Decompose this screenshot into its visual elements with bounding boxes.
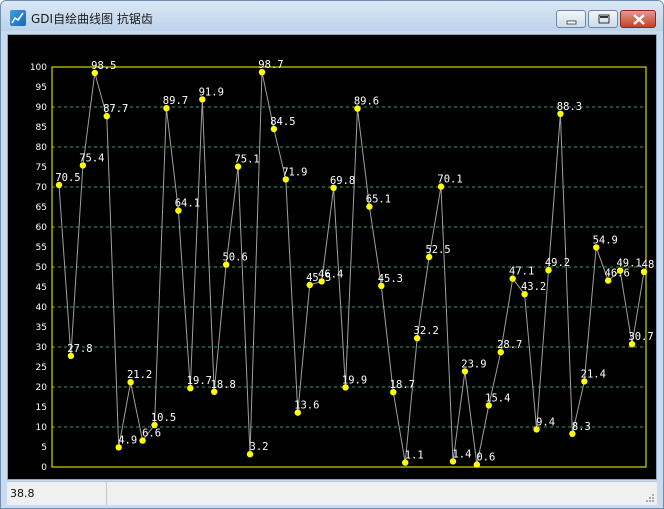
data-label: 1.4 <box>452 448 471 460</box>
data-label: 19.9 <box>342 374 367 386</box>
data-label: 91.9 <box>199 86 224 98</box>
y-tick-label: 90 <box>36 103 48 113</box>
data-label: 75.1 <box>234 154 259 166</box>
data-label: 46.4 <box>318 268 343 280</box>
data-label: 98.5 <box>91 60 116 72</box>
y-tick-label: 45 <box>36 283 47 293</box>
data-label: 84.5 <box>270 116 295 128</box>
title-bar[interactable]: GDI自绘曲线图 抗锯齿 <box>1 1 663 31</box>
data-label: 15.4 <box>485 392 510 404</box>
data-label: 54.9 <box>593 234 618 246</box>
data-label: 4.9 <box>118 434 137 446</box>
data-label: 45.3 <box>378 273 403 285</box>
data-label: 98.7 <box>258 59 283 71</box>
y-tick-label: 70 <box>36 183 48 193</box>
data-label: 49.1 <box>616 258 641 270</box>
y-tick-label: 15 <box>36 403 47 413</box>
data-label: 65.1 <box>366 194 391 206</box>
y-tick-label: 60 <box>36 223 48 233</box>
data-label: 28.7 <box>497 339 522 351</box>
data-label: 8.3 <box>572 421 591 433</box>
app-window: GDI自绘曲线图 抗锯齿 0 5 10 15 20 25 30 35 40 45 50 55 60 65 7… <box>0 0 664 509</box>
data-label: 43.2 <box>521 281 546 293</box>
status-value: 38.8 <box>7 482 107 505</box>
data-label: 23.9 <box>461 358 486 370</box>
maximize-button[interactable] <box>588 10 618 28</box>
data-label: 6.6 <box>142 428 161 440</box>
maximize-icon <box>598 14 610 24</box>
data-label: 89.7 <box>163 95 188 107</box>
data-label: 1.1 <box>405 450 424 462</box>
data-label: 70.5 <box>55 172 80 184</box>
data-label: 71.9 <box>282 166 307 178</box>
y-tick-label: 100 <box>30 63 47 73</box>
data-label: 32.2 <box>414 325 439 337</box>
y-tick-label: 50 <box>36 263 48 273</box>
data-label: 0.6 <box>476 452 495 464</box>
data-label: 47.1 <box>509 266 534 278</box>
data-label: 75.4 <box>79 152 104 164</box>
data-label: 18.7 <box>390 379 415 391</box>
y-tick-label: 85 <box>36 123 47 133</box>
y-tick-label: 25 <box>36 363 47 373</box>
y-tick-label: 20 <box>36 383 48 393</box>
y-tick-label: 0 <box>41 463 47 473</box>
y-tick-label: 55 <box>36 243 47 253</box>
window-title: GDI自绘曲线图 抗锯齿 <box>31 12 153 26</box>
data-label: 9.4 <box>536 416 555 428</box>
y-tick-label: 10 <box>36 423 48 433</box>
data-label: 88.3 <box>557 101 582 113</box>
close-icon <box>633 14 645 25</box>
minimize-icon <box>566 20 577 25</box>
close-button[interactable] <box>620 10 656 28</box>
data-label: 19.7 <box>187 375 212 387</box>
app-chart-icon <box>10 10 26 26</box>
data-label: 69.8 <box>330 175 355 187</box>
resize-grip-icon[interactable] <box>645 493 655 503</box>
data-label: 52.5 <box>425 244 450 256</box>
data-label: 89.6 <box>354 96 379 108</box>
data-label: 21.4 <box>581 368 606 380</box>
data-label: 10.5 <box>151 412 176 424</box>
line-chart: 0 5 10 15 20 25 30 35 40 45 50 55 60 65 70 75 80 85 90 95 10… <box>30 59 655 473</box>
data-label: 50.6 <box>222 252 247 264</box>
y-tick-label: 30 <box>36 343 48 353</box>
data-label: 27.8 <box>67 343 92 355</box>
y-tick-label: 75 <box>36 163 47 173</box>
data-label: 70.1 <box>437 174 462 186</box>
minimize-button[interactable] <box>556 10 586 28</box>
data-label: 64.1 <box>175 198 200 210</box>
y-tick-label: 40 <box>36 303 48 313</box>
data-label: 48 <box>642 259 655 271</box>
y-tick-label: 35 <box>36 323 47 333</box>
y-tick-label: 95 <box>36 83 47 93</box>
data-label: 18.8 <box>211 379 236 391</box>
data-label: 87.7 <box>103 103 128 115</box>
data-label: 21.2 <box>127 369 152 381</box>
y-tick-label: 5 <box>41 443 47 453</box>
data-label: 13.6 <box>294 400 319 412</box>
data-label: 49.2 <box>545 257 570 269</box>
y-tick-label: 65 <box>36 203 47 213</box>
data-label: 3.2 <box>250 441 269 453</box>
status-bar: 38.8 <box>7 481 657 505</box>
chart-area: 0 5 10 15 20 25 30 35 40 45 50 55 60 65 70 75 80 85 90 95 10… <box>7 34 657 480</box>
data-label: 30.7 <box>628 331 653 343</box>
y-tick-label: 80 <box>36 143 48 153</box>
